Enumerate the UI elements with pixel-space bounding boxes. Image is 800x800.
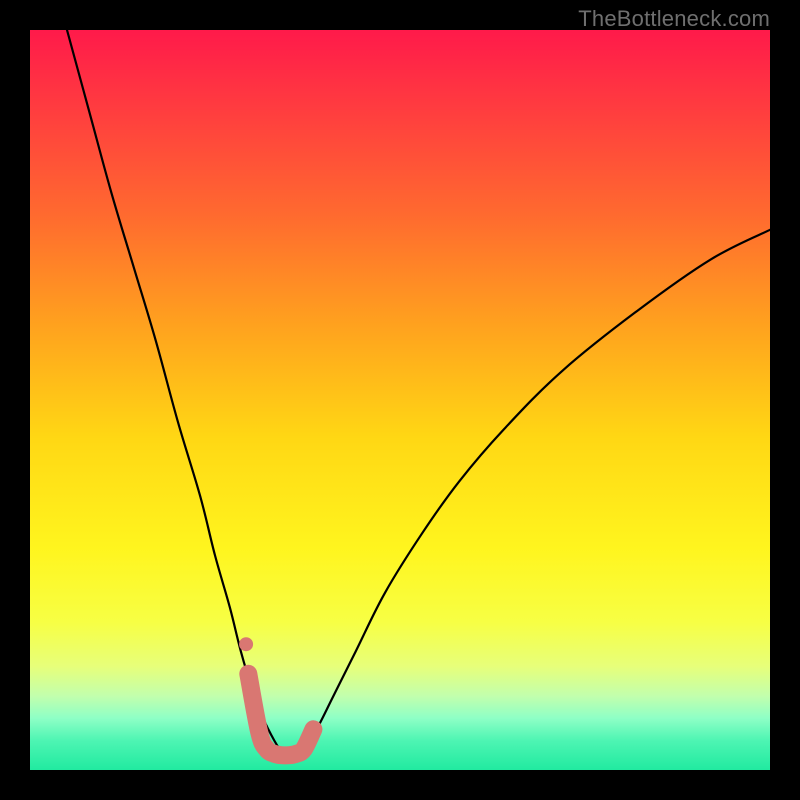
marker-band bbox=[248, 674, 313, 756]
bottleneck-curve bbox=[67, 30, 770, 755]
chart-overlay bbox=[30, 30, 770, 770]
optimal-region-markers bbox=[239, 637, 313, 755]
watermark-text: TheBottleneck.com bbox=[578, 6, 770, 32]
chart-frame bbox=[30, 30, 770, 770]
marker-dot bbox=[239, 637, 253, 651]
